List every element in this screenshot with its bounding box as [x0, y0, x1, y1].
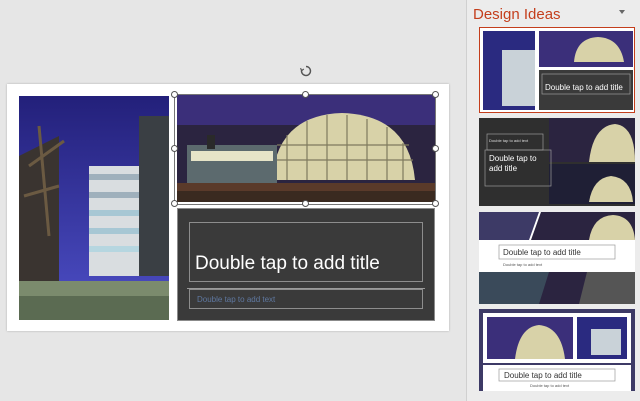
slide-canvas: Double tap to add title Double tap to ad… [0, 0, 466, 401]
resize-handle-top-left[interactable] [171, 91, 178, 98]
design-idea-1-title: Double tap to add title [545, 83, 623, 92]
resize-handle-top[interactable] [302, 91, 309, 98]
design-idea-4-title: Double tap to add title [504, 371, 582, 380]
design-idea-3-title: Double tap to add title [503, 248, 581, 257]
design-idea-thumbnail-2[interactable]: Double tap to add text Double tap to add… [479, 118, 635, 206]
subtitle-placeholder[interactable]: Double tap to add text [197, 295, 275, 304]
design-ideas-heading: Design Ideas [473, 6, 561, 23]
design-idea-thumbnail-4[interactable]: Double tap to add title Double tap to ad… [479, 309, 635, 391]
selection-outline [174, 94, 436, 205]
design-idea-1-photos [483, 31, 633, 110]
design-idea-4-subtitle: Double tap to add text [530, 383, 570, 388]
building-photo-left[interactable] [19, 96, 169, 320]
rotate-handle-icon[interactable] [299, 64, 312, 77]
resize-handle-left[interactable] [171, 145, 178, 152]
design-idea-2-title: Double tap to add title [489, 154, 537, 173]
resize-handle-bottom-left[interactable] [171, 200, 178, 207]
resize-handle-top-right[interactable] [432, 91, 439, 98]
title-frame[interactable]: Double tap to add title [189, 222, 423, 282]
design-idea-thumbnail-3[interactable]: Double tap to add title Double tap to ad… [479, 212, 635, 304]
title-placeholder-panel[interactable]: Double tap to add title Double tap to ad… [177, 208, 435, 321]
chevron-down-icon[interactable] [619, 9, 625, 15]
subtitle-frame[interactable]: Double tap to add text [189, 289, 423, 309]
design-ideas-pane: Design Ideas Double tap to add title Dou… [467, 0, 640, 401]
resize-handle-right[interactable] [432, 145, 439, 152]
design-idea-3-photos [479, 212, 635, 304]
design-idea-2-small-label: Double tap to add text [489, 138, 529, 143]
resize-handle-bottom[interactable] [302, 200, 309, 207]
resize-handle-bottom-right[interactable] [432, 200, 439, 207]
title-placeholder[interactable]: Double tap to add title [195, 253, 380, 275]
design-idea-thumbnail-1[interactable]: Double tap to add title [479, 27, 635, 113]
design-idea-3-subtitle: Double tap to add text [503, 262, 543, 267]
